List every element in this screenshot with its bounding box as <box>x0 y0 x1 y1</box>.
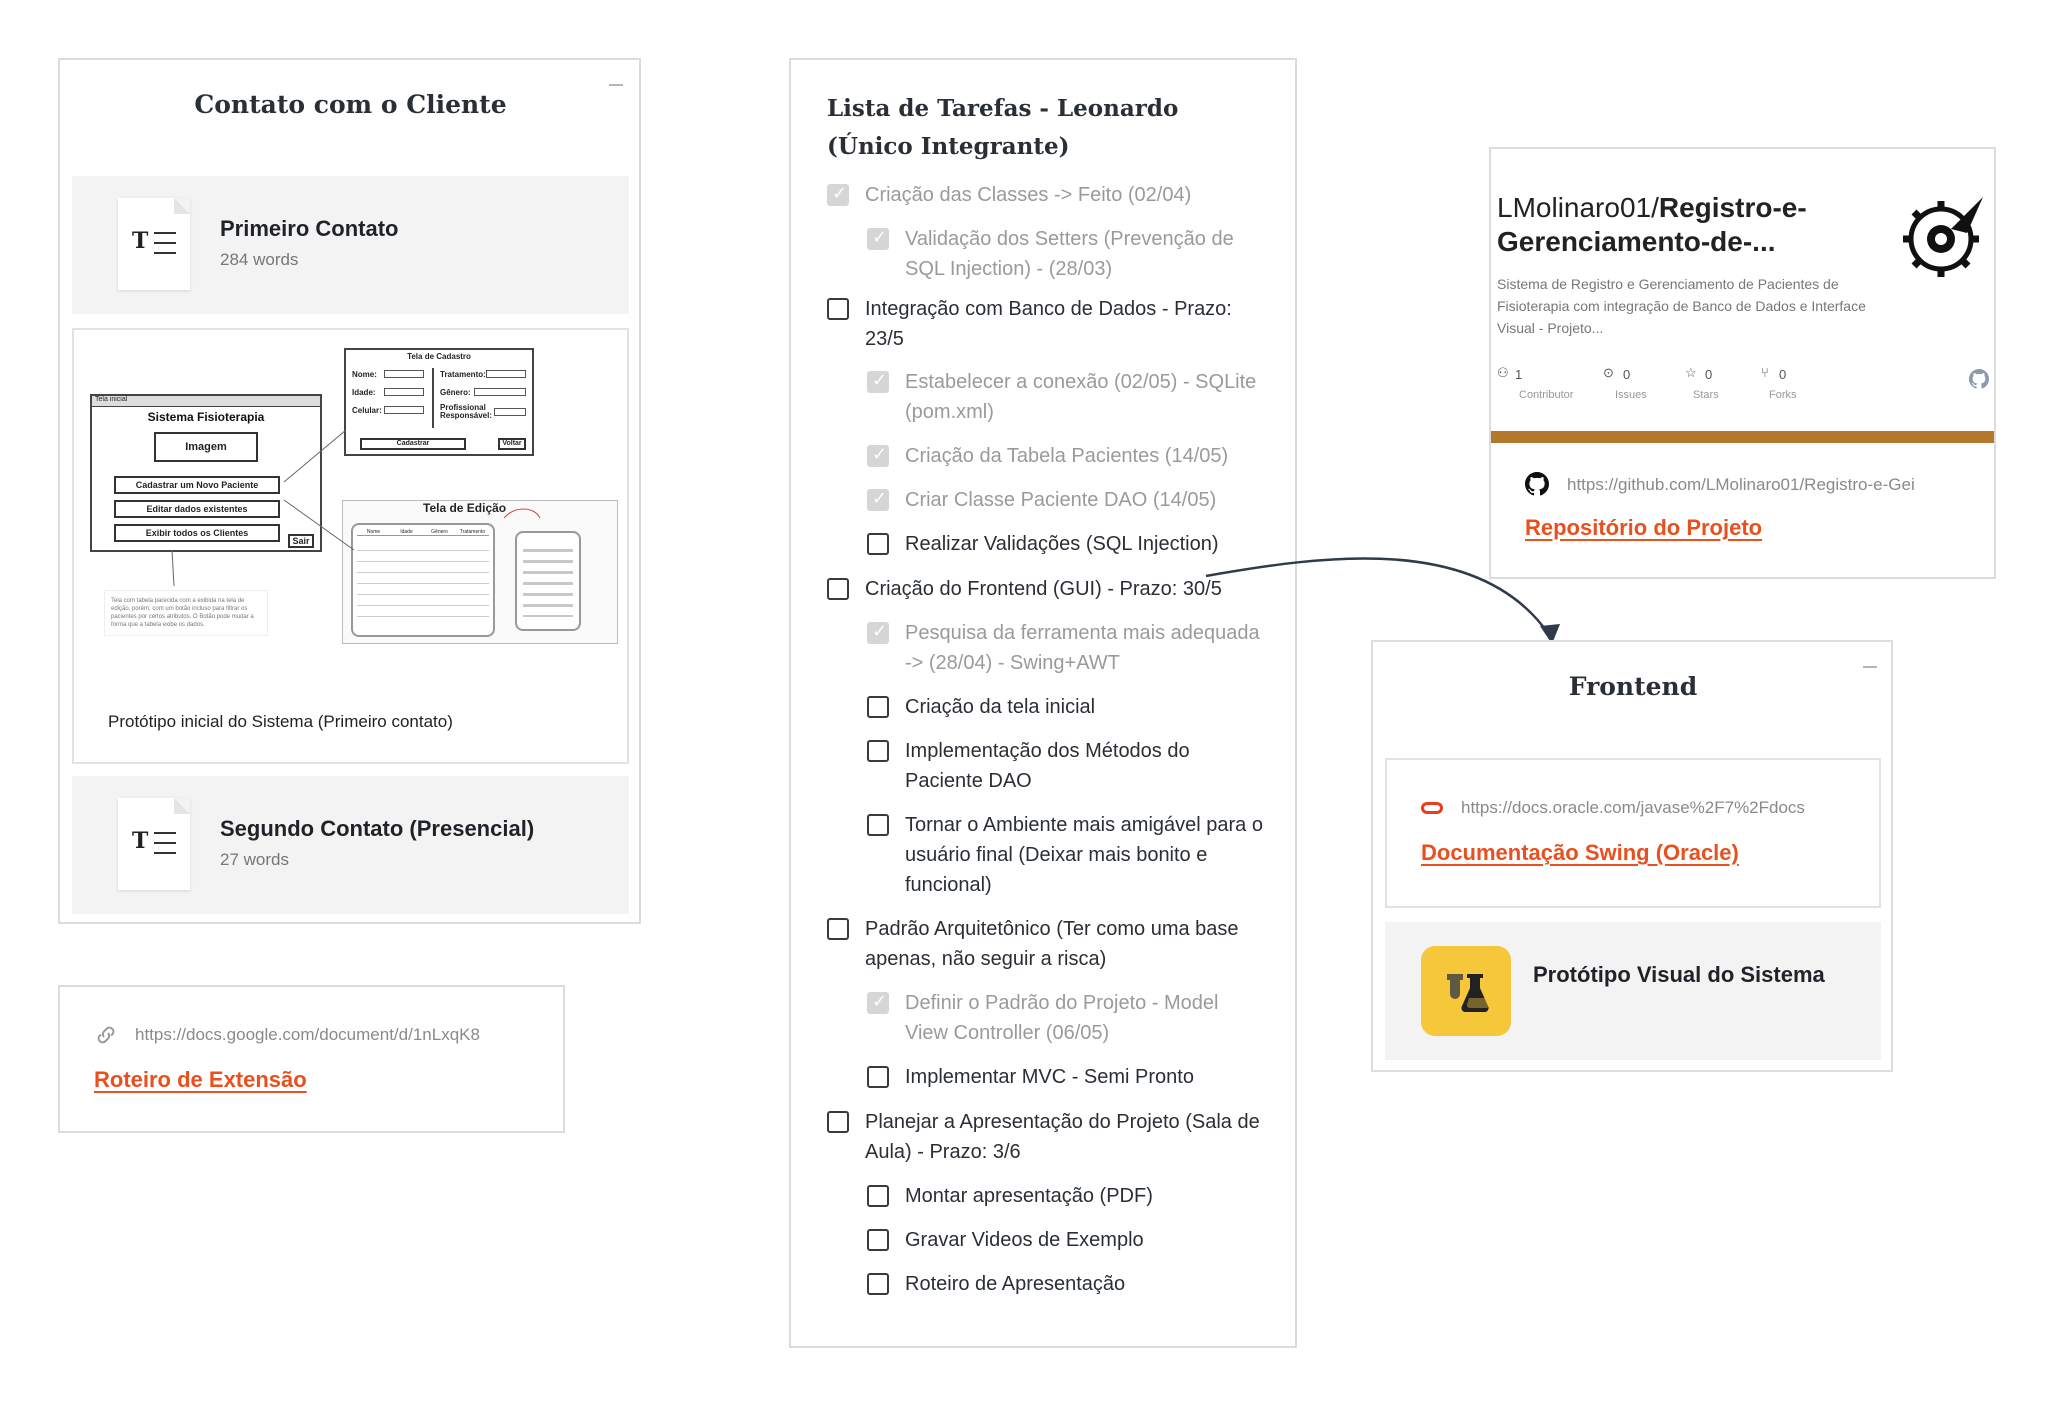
task-checkbox[interactable] <box>867 444 889 467</box>
link-url: https://docs.google.com/document/d/1nLxq… <box>135 1025 480 1044</box>
task-checkbox[interactable] <box>867 991 889 1014</box>
task-checkbox[interactable] <box>827 578 849 600</box>
task-text: Padrão Arquitetônico (Ter como uma base … <box>865 918 1239 970</box>
repo-heading: LMolinaro01/Registro-e-Gerenciamento-de-… <box>1497 192 1807 257</box>
link-url: https://docs.oracle.com/javase%2F7%2Fdoc… <box>1461 798 1805 817</box>
task-checkbox[interactable] <box>867 1066 889 1088</box>
link-icon <box>97 1026 115 1044</box>
link-title[interactable]: Documentação Swing (Oracle) <box>1421 840 1739 866</box>
column-title: Lista de Tarefas - Leonardo (Único Integ… <box>827 95 1179 160</box>
task-text: Montar apresentação (PDF) <box>905 1185 1153 1207</box>
text-document-icon: T <box>118 198 190 290</box>
task-checkbox[interactable] <box>867 696 889 718</box>
task-text: Definir o Padrão do Projeto - Model View… <box>905 992 1219 1044</box>
lab-flask-icon <box>1421 946 1511 1036</box>
task-checkbox[interactable] <box>867 533 889 555</box>
app-card-prototype[interactable]: Protótipo Visual do Sistema <box>1385 922 1881 1060</box>
link-card-swing-docs[interactable]: https://docs.oracle.com/javase%2F7%2Fdoc… <box>1385 758 1881 908</box>
image-card-prototype[interactable]: Tela inicial Sistema Fisioterapia Imagem… <box>72 328 629 764</box>
doc-word-count: 27 words <box>220 850 289 869</box>
task-text: Criação das Classes -> Feito (02/04) <box>865 184 1192 206</box>
task-checkbox[interactable] <box>867 488 889 511</box>
task-text: Criação da Tabela Pacientes (14/05) <box>905 445 1229 467</box>
collapse-icon[interactable] <box>1863 666 1877 668</box>
task-text: Criação da tela inicial <box>905 696 1096 718</box>
task-checkbox[interactable] <box>827 298 849 320</box>
github-small-icon <box>1969 369 1989 389</box>
task-checkbox[interactable] <box>867 621 889 644</box>
task-text: Validação dos Setters (Prevenção de SQL … <box>905 228 1234 280</box>
column-frontend: Frontend https://docs.oracle.com/javase%… <box>1371 640 1893 1072</box>
task-checkbox[interactable] <box>827 918 849 940</box>
task-text: Tornar o Ambiente mais amigável para o u… <box>905 814 1263 896</box>
wireframe-connectors <box>171 429 541 587</box>
star-icon: ☆ <box>1685 365 1697 380</box>
task-text: Implementação dos Métodos do Paciente DA… <box>905 740 1190 792</box>
repo-description: Sistema de Registro e Gerenciamento de P… <box>1497 276 1866 336</box>
task-text: Integração com Banco de Dados - Prazo: 2… <box>865 298 1232 350</box>
github-embed-card[interactable]: LMolinaro01/Registro-e-Gerenciamento-de-… <box>1489 147 1996 579</box>
doc-word-count: 284 words <box>220 250 299 269</box>
github-icon <box>1525 472 1549 496</box>
task-text: Implementar MVC - Semi Pronto <box>905 1066 1194 1088</box>
task-text: Roteiro de Apresentação <box>905 1273 1126 1295</box>
task-checkbox[interactable] <box>827 183 849 206</box>
link-card-roteiro[interactable]: https://docs.google.com/document/d/1nLxq… <box>58 985 565 1133</box>
task-checkbox[interactable] <box>867 1185 889 1207</box>
column-task-list: Lista de Tarefas - Leonardo (Único Integ… <box>789 58 1297 1348</box>
connector-arrow <box>1205 557 1560 644</box>
task-checkbox[interactable] <box>867 227 889 250</box>
task-checkbox[interactable] <box>867 1229 889 1251</box>
column-title: Frontend <box>1568 672 1698 701</box>
doc-title: Primeiro Contato <box>220 216 399 241</box>
repo-avatar-gear-icon <box>1903 197 1983 277</box>
doc-card-primeiro-contato[interactable]: T Primeiro Contato 284 words <box>72 176 629 314</box>
link-title[interactable]: Roteiro de Extensão <box>94 1067 307 1093</box>
text-document-icon: T <box>118 798 190 890</box>
fork-icon: ⑂ <box>1761 365 1769 380</box>
task-text: Criar Classe Paciente DAO (14/05) <box>905 489 1217 511</box>
column-contato-cliente: Contato com o Cliente T Primeiro Contato… <box>58 58 641 924</box>
image-caption: Protótipo inicial do Sistema (Primeiro c… <box>108 712 453 731</box>
link-url: https://github.com/LMolinaro01/Registro-… <box>1567 475 1915 494</box>
task-checkbox[interactable] <box>867 370 889 393</box>
doc-title: Segundo Contato (Presencial) <box>220 816 535 841</box>
people-icon: ⚇ <box>1497 365 1509 380</box>
oracle-icon <box>1421 802 1443 814</box>
app-title: Protótipo Visual do Sistema <box>1533 962 1825 987</box>
task-text: Planejar a Apresentação do Projeto (Sala… <box>865 1111 1260 1163</box>
doc-card-segundo-contato[interactable]: T Segundo Contato (Presencial) 27 words <box>72 776 629 914</box>
column-title: Contato com o Cliente <box>194 90 507 119</box>
collapse-icon[interactable] <box>609 84 623 86</box>
task-checkbox[interactable] <box>867 814 889 836</box>
task-checkbox[interactable] <box>867 1273 889 1295</box>
task-checkbox[interactable] <box>827 1111 849 1133</box>
task-checkbox[interactable] <box>867 740 889 762</box>
github-preview[interactable]: LMolinaro01/Registro-e-Gerenciamento-de-… <box>1491 149 1994 443</box>
link-title[interactable]: Repositório do Projeto <box>1525 515 1762 541</box>
issue-icon: ⊙ <box>1603 365 1614 380</box>
task-text: Estabelecer a conexão (02/05) - SQLite (… <box>905 371 1257 423</box>
task-text: Gravar Videos de Exemplo <box>905 1229 1144 1251</box>
